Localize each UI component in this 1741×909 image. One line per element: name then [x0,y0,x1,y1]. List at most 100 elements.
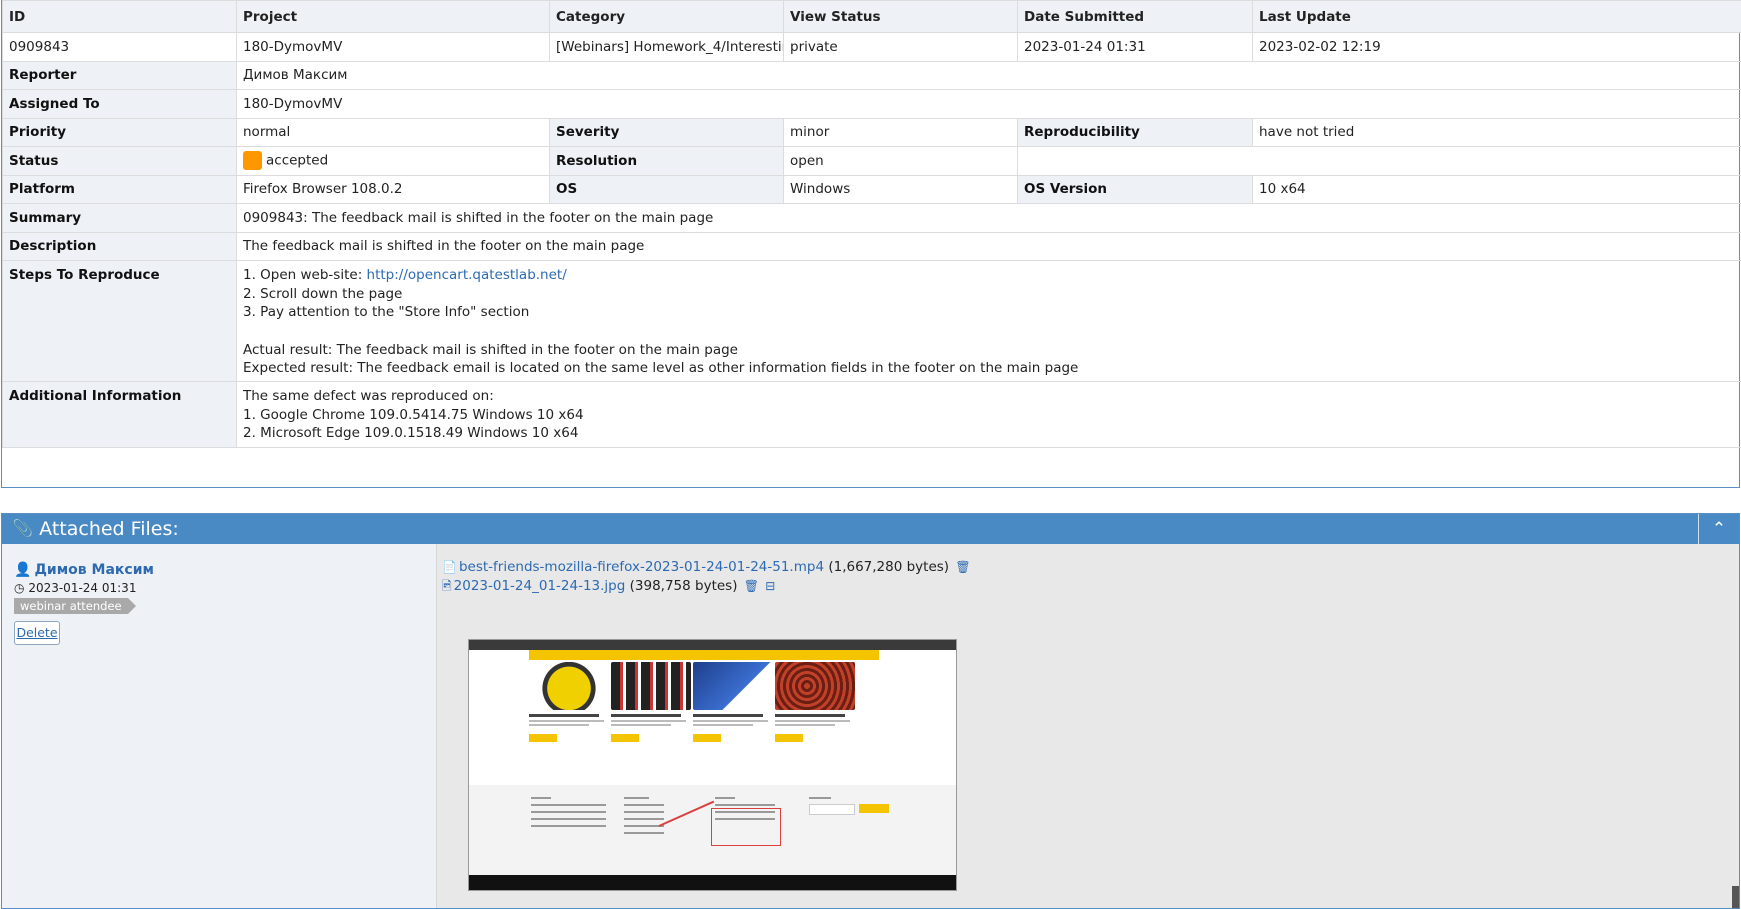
preview-browser-bar [469,640,956,650]
author-line: 👤 Димов Максим [14,562,436,578]
steps-row: Steps To Reproduce 1. Open web-site: htt… [2,260,1741,382]
chevron-up-icon: ⌃ [1711,519,1727,539]
image-file-link[interactable]: 2023-01-24_01-24-13.jpg [454,578,626,594]
preview-bottom-bar [469,875,956,890]
site-link[interactable]: http://opencart.qatestlab.net/ [367,267,567,283]
header-id: ID [2,0,237,33]
status-cell: accepted [236,146,550,176]
delete-button[interactable]: Delete [14,621,60,645]
details-values-row: 0909843 180-DymovMV [Webinars] Homework_… [2,32,1741,62]
preview-product-3 [693,662,773,742]
date-submitted-value: 2023-01-24 01:31 [1017,32,1253,62]
file-item-image: 🖻 2023-01-24_01-24-13.jpg (398,758 bytes)… [442,577,1739,596]
additional-label: Additional Information [2,381,237,448]
severity-value: minor [783,117,1018,147]
platform-row: Platform Firefox Browser 108.0.2 OS Wind… [2,174,1741,204]
reporter-label: Reporter [2,60,237,90]
reporter-row: Reporter Димов Максим [2,60,1741,90]
attached-files-panel: 📎 Attached Files: ⌃ 👤 Димов Максим ◷ 2023… [1,513,1740,909]
attachment-date: 2023-01-24 01:31 [28,581,137,595]
assigned-row: Assigned To 180-DymovMV [2,89,1741,119]
bug-id: 0909843 [2,32,237,62]
resolution-value: open [783,146,1018,176]
summary-value: 0909843: The feedback mail is shifted in… [236,203,1741,233]
reporter-value: Димов Максим [236,60,1741,90]
priority-row: Priority normal Severity minor Reproduci… [2,117,1741,147]
project-value: 180-DymovMV [236,32,550,62]
assigned-to-label: Assigned To [2,89,237,119]
video-file-link[interactable]: best-friends-mozilla-firefox-2023-01-24-… [459,559,824,575]
file-item-video: 📄 best-friends-mozilla-firefox-2023-01-24… [442,558,1739,577]
attached-files-header: 📎 Attached Files: ⌃ [2,514,1739,544]
preview-product-1 [529,662,609,742]
additional-line-1: The same defect was reproduced on: [243,388,494,404]
preview-nav-bar [529,650,879,660]
status-label: Status [2,146,237,176]
attached-files-title: Attached Files: [39,518,179,540]
collapse-preview-icon[interactable]: ⊟ [765,579,775,593]
view-status-value: private [783,32,1018,62]
status-row: Status accepted Resolution open [2,146,1741,176]
description-row: Description The feedback mail is shifted… [2,231,1741,261]
summary-label: Summary [2,203,237,233]
image-file-size: (398,758 bytes) [629,578,738,594]
platform-value: Firefox Browser 108.0.2 [236,174,550,204]
preview-product-2 [611,662,691,742]
additional-line-3: 2. Microsoft Edge 109.0.1518.49 Windows … [243,425,579,441]
attachment-author-panel: 👤 Димов Максим ◷ 2023-01-24 01:31 webinar… [2,544,437,908]
role-badge: webinar attendee [14,598,136,614]
steps-line-2: 2. Scroll down the page [243,285,403,302]
expected-result: Expected result: The feedback email is l… [243,360,1079,376]
header-category: Category [549,0,784,33]
actual-result: Actual result: The feedback mail is shif… [243,341,738,358]
severity-label: Severity [549,117,784,147]
priority-label: Priority [2,117,237,147]
paperclip-icon: 📎 [12,519,34,539]
description-value: The feedback mail is shifted in the foot… [236,231,1741,261]
header-last-update: Last Update [1252,0,1741,33]
steps-line-3: 3. Pay attention to the "Store Info" sec… [243,304,530,320]
status-color-icon [243,151,262,171]
image-preview[interactable] [468,639,957,891]
priority-value: normal [236,117,550,147]
scrollbar-thumb[interactable] [1732,886,1739,908]
additional-line-2: 1. Google Chrome 109.0.5414.75 Windows 1… [243,406,584,423]
image-file-icon: 🖻 [442,579,452,593]
steps-label: Steps To Reproduce [2,260,237,382]
bug-details-panel: ID Project Category View Status Date Sub… [1,0,1741,488]
description-label: Description [2,231,237,261]
os-label: OS [549,174,784,204]
os-version-label: OS Version [1017,174,1253,204]
os-version-value: 10 x64 [1252,174,1741,204]
reproducibility-value: have not tried [1252,117,1741,147]
additional-row: Additional Information The same defect w… [2,381,1741,448]
summary-row: Summary 0909843: The feedback mail is sh… [2,203,1741,233]
status-value: accepted [266,152,329,169]
trash-icon[interactable]: 🗑 [744,579,759,593]
attached-files-list: 📄 best-friends-mozilla-firefox-2023-01-24… [442,544,1739,908]
empty-cell [1017,146,1741,176]
last-update-value: 2023-02-02 12:19 [1252,32,1741,62]
additional-value: The same defect was reproduced on: 1. Go… [236,381,1741,448]
preview-product-4 [775,662,855,742]
reproducibility-label: Reproducibility [1017,117,1253,147]
header-date-submitted: Date Submitted [1017,0,1253,33]
steps-value: 1. Open web-site: http://opencart.qatest… [236,260,1741,382]
header-view-status: View Status [783,0,1018,33]
collapse-button[interactable]: ⌃ [1698,514,1739,544]
header-project: Project [236,0,550,33]
os-value: Windows [783,174,1018,204]
author-link[interactable]: Димов Максим [34,562,154,578]
steps-line-1-text: 1. Open web-site: [243,267,367,283]
platform-label: Platform [2,174,237,204]
trash-icon[interactable]: 🗑 [955,560,970,574]
details-header-row: ID Project Category View Status Date Sub… [2,0,1741,33]
video-file-size: (1,667,280 bytes) [828,559,950,575]
attachment-date-line: ◷ 2023-01-24 01:31 [14,581,436,595]
resolution-label: Resolution [549,146,784,176]
steps-line-1: 1. Open web-site: http://opencart.qatest… [243,266,1735,285]
clock-icon: ◷ [14,581,25,595]
file-icon: 📄 [442,560,457,574]
preview-highlight-box [711,808,781,846]
user-icon: 👤 [14,562,32,578]
